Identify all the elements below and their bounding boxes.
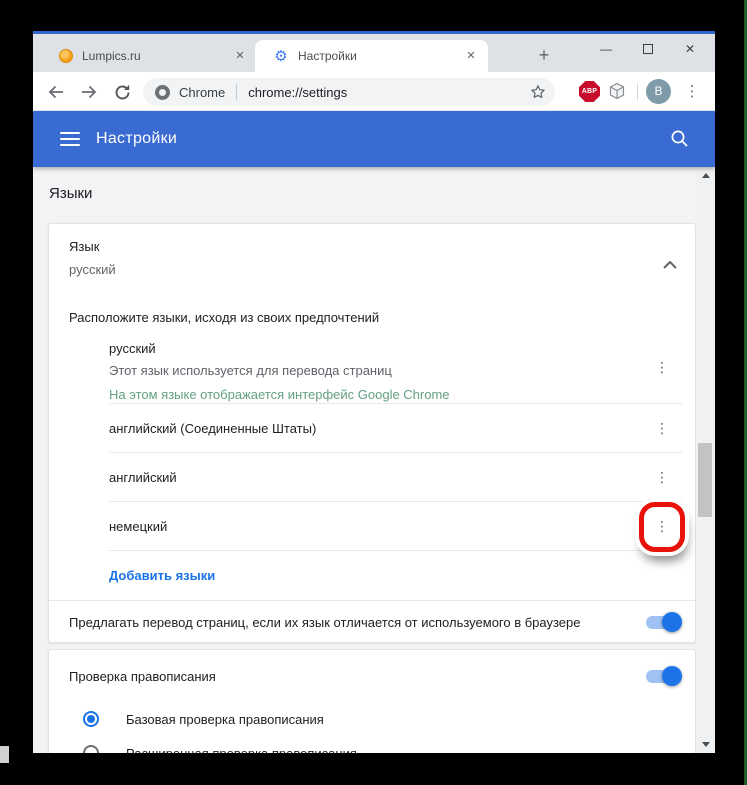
scroll-up-arrow-icon xyxy=(701,173,710,178)
language-menu-button[interactable]: ⋮ xyxy=(650,416,674,440)
window-controls: — ✕ xyxy=(585,35,711,62)
forward-arrow-icon xyxy=(82,85,97,99)
language-menu-button[interactable]: ⋮ xyxy=(650,355,674,379)
address-bar[interactable]: Chrome chrome://settings xyxy=(143,78,555,106)
language-translate-note: Этот язык используется для перевода стра… xyxy=(109,363,392,378)
add-languages-link[interactable]: Добавить языки xyxy=(109,568,215,583)
extension-cube-icon[interactable] xyxy=(608,82,626,105)
browser-window: Lumpics.ru ✕ ⚙ Настройки ✕ + — ✕ Chrome … xyxy=(33,31,715,753)
forward-button[interactable] xyxy=(78,81,100,103)
language-row-english: английский ⋮ xyxy=(109,453,682,502)
adblock-extension-icon[interactable]: ABP xyxy=(579,81,600,102)
languages-card: Язык русский Расположите языки, исходя и… xyxy=(48,223,696,643)
back-arrow-icon xyxy=(48,85,63,99)
scroll-down-arrow-icon xyxy=(701,742,710,747)
browser-toolbar: Chrome chrome://settings ABP B ⋮ xyxy=(33,72,715,111)
spellcheck-option-enhanced[interactable]: Расширенная проверка правописания xyxy=(49,736,695,753)
translate-offer-toggle[interactable] xyxy=(646,612,682,632)
expander-title: Язык xyxy=(69,239,100,254)
search-icon xyxy=(671,130,688,147)
tab-title: Lumpics.ru xyxy=(82,49,141,63)
language-row-german: немецкий ⋮ xyxy=(109,502,685,552)
scrollbar-thumb[interactable] xyxy=(698,443,712,517)
spellcheck-option-basic[interactable]: Базовая проверка правописания xyxy=(49,702,695,736)
translate-offer-label: Предлагать перевод страниц, если их язык… xyxy=(69,615,581,630)
back-button[interactable] xyxy=(45,81,67,103)
chrome-logo-icon xyxy=(155,84,170,100)
section-heading: Языки xyxy=(49,185,93,202)
close-window-button[interactable]: ✕ xyxy=(669,35,711,62)
settings-search-button[interactable] xyxy=(670,129,689,148)
omnibox-divider xyxy=(236,84,238,100)
radio-selected-icon[interactable] xyxy=(83,711,99,727)
url-text: chrome://settings xyxy=(248,84,348,100)
tab-settings[interactable]: ⚙ Настройки ✕ xyxy=(255,40,488,72)
language-name: русский xyxy=(109,341,156,356)
settings-title: Настройки xyxy=(96,130,178,147)
profile-avatar[interactable]: B xyxy=(646,79,671,104)
add-languages-row: Добавить языки xyxy=(109,551,695,600)
language-row-english-us: английский (Соединенные Штаты) ⋮ xyxy=(109,404,682,453)
language-menu-button[interactable]: ⋮ xyxy=(650,465,674,489)
tab-title: Настройки xyxy=(298,49,357,63)
screenshot-stage: Lumpics.ru ✕ ⚙ Настройки ✕ + — ✕ Chrome … xyxy=(0,0,747,785)
tab-close-icon[interactable]: ✕ xyxy=(462,47,480,65)
bookmark-star-button[interactable] xyxy=(529,83,547,101)
browser-menu-button[interactable]: ⋮ xyxy=(682,80,702,104)
toggle-knob xyxy=(662,665,682,686)
expander-subtitle: русский xyxy=(69,262,116,277)
new-tab-button[interactable]: + xyxy=(531,43,557,69)
settings-header: Настройки xyxy=(33,111,715,167)
menu-hamburger-icon[interactable] xyxy=(60,132,80,146)
toggle-knob xyxy=(662,612,682,632)
maximize-button[interactable] xyxy=(627,35,669,62)
spellcheck-toggle[interactable] xyxy=(646,665,682,686)
language-name: немецкий xyxy=(109,518,168,534)
tab-strip: Lumpics.ru ✕ ⚙ Настройки ✕ + — ✕ xyxy=(33,34,715,72)
language-name: английский (Соединенные Штаты) xyxy=(109,420,317,436)
minimize-button[interactable]: — xyxy=(585,35,627,62)
language-expander-row[interactable]: Язык русский xyxy=(49,224,695,296)
url-scheme-label: Chrome xyxy=(179,84,226,100)
red-highlight-annotation xyxy=(639,502,685,552)
language-ui-note: На этом языке отображается интерфейс Goo… xyxy=(109,387,450,402)
translate-offer-row: Предлагать перевод страниц, если их язык… xyxy=(49,600,695,644)
spellcheck-row: Проверка правописания xyxy=(49,650,695,702)
order-hint-text: Расположите языки, исходя из своих предп… xyxy=(69,310,380,325)
lumpics-favicon-icon xyxy=(59,49,73,63)
tab-close-icon[interactable]: ✕ xyxy=(231,47,249,65)
scroll-up-button[interactable] xyxy=(696,167,715,184)
star-icon xyxy=(531,85,545,98)
toolbar-divider xyxy=(637,83,638,100)
language-name: английский xyxy=(109,469,177,485)
reload-button[interactable] xyxy=(111,81,133,103)
maximize-icon xyxy=(643,43,653,54)
chevron-up-icon[interactable] xyxy=(663,256,677,274)
spellcheck-card: Проверка правописания Базовая проверка п… xyxy=(48,649,696,753)
tab-lumpics[interactable]: Lumpics.ru ✕ xyxy=(43,40,255,72)
spellcheck-label: Проверка правописания xyxy=(69,668,216,684)
reload-icon xyxy=(115,84,129,99)
radio-unselected-icon[interactable] xyxy=(83,745,99,753)
scroll-down-button[interactable] xyxy=(696,736,715,753)
taskbar-artifact xyxy=(0,746,9,763)
page-scrollbar[interactable] xyxy=(696,167,715,753)
language-row-russian: русский Этот язык используется для перев… xyxy=(109,331,682,404)
settings-content: Языки Язык русский Расположите языки, ис… xyxy=(33,167,696,753)
settings-gear-favicon-icon: ⚙ xyxy=(274,47,288,65)
